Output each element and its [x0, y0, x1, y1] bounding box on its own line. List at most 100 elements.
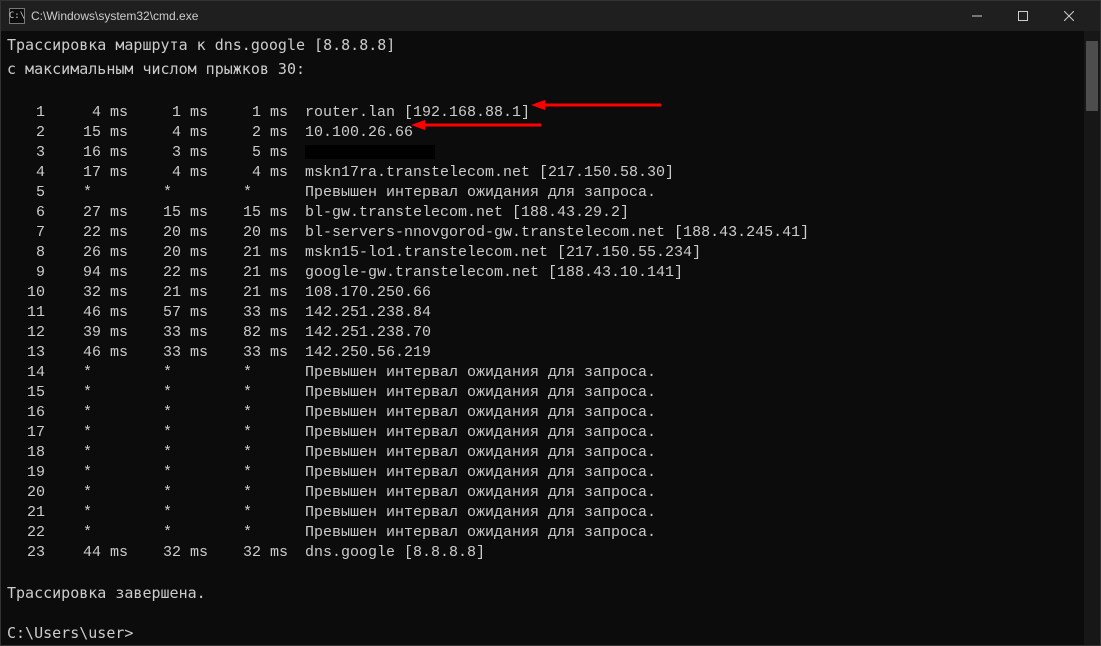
- hop-time: *: [127, 463, 207, 483]
- hop-row: 18 * * * Превышен интервал ожидания для …: [1, 443, 1100, 463]
- hop-host: Превышен интервал ожидания для запроса.: [305, 363, 656, 383]
- hop-time: 15 ms: [207, 203, 287, 223]
- hop-time: *: [207, 363, 287, 383]
- gap: [287, 503, 305, 523]
- hop-time: *: [47, 183, 127, 203]
- hop-row: 19 * * * Превышен интервал ожидания для …: [1, 463, 1100, 483]
- gap: [287, 483, 305, 503]
- hop-time: 16 ms: [47, 143, 127, 163]
- hop-row: 6 27 ms 15 ms 15 ms bl-gw.transtelecom.n…: [1, 203, 1100, 223]
- hop-time: 33 ms: [127, 343, 207, 363]
- hop-host: Превышен интервал ожидания для запроса.: [305, 443, 656, 463]
- hop-number: 9: [7, 263, 47, 283]
- hop-time: *: [47, 463, 127, 483]
- hop-time: 32 ms: [127, 543, 207, 563]
- hop-time: 26 ms: [47, 243, 127, 263]
- blank-line: [1, 83, 1100, 103]
- scrollbar-thumb[interactable]: [1086, 41, 1098, 111]
- hop-host: 108.170.250.66: [305, 283, 431, 303]
- hop-time: 20 ms: [127, 223, 207, 243]
- hop-time: 20 ms: [127, 243, 207, 263]
- close-button[interactable]: [1046, 1, 1092, 31]
- hop-host: mskn17ra.transtelecom.net [217.150.58.30…: [305, 163, 674, 183]
- hop-time: 82 ms: [207, 323, 287, 343]
- maximize-button[interactable]: [1000, 1, 1046, 31]
- tracert-header-1: Трассировка маршрута к dns.google [8.8.8…: [1, 31, 1100, 59]
- hop-row: 2 15 ms 4 ms 2 ms 10.100.26.66: [1, 123, 1100, 143]
- hop-number: 6: [7, 203, 47, 223]
- titlebar[interactable]: C:\ C:\Windows\system32\cmd.exe: [1, 1, 1100, 31]
- hop-time: 32 ms: [47, 283, 127, 303]
- window-title: C:\Windows\system32\cmd.exe: [31, 9, 198, 23]
- hop-row: 9 94 ms 22 ms 21 ms google-gw.transtelec…: [1, 263, 1100, 283]
- hop-time: 32 ms: [207, 543, 287, 563]
- hop-number: 10: [7, 283, 47, 303]
- minimize-button[interactable]: [954, 1, 1000, 31]
- hop-time: 21 ms: [207, 283, 287, 303]
- hop-number: 21: [7, 503, 47, 523]
- gap: [287, 283, 305, 303]
- hop-host: Превышен интервал ожидания для запроса.: [305, 463, 656, 483]
- gap: [287, 143, 305, 163]
- hop-time: *: [47, 483, 127, 503]
- gap: [287, 163, 305, 183]
- hop-host: Превышен интервал ожидания для запроса.: [305, 423, 656, 443]
- gap: [287, 423, 305, 443]
- hop-host: bl-servers-nnovgorod-gw.transtelecom.net…: [305, 223, 809, 243]
- hop-time: *: [207, 443, 287, 463]
- hop-time: *: [127, 503, 207, 523]
- hop-host: Превышен интервал ожидания для запроса.: [305, 383, 656, 403]
- gap: [287, 183, 305, 203]
- scrollbar[interactable]: [1084, 31, 1100, 645]
- hop-number: 3: [7, 143, 47, 163]
- hop-host: Превышен интервал ожидания для запроса.: [305, 523, 656, 543]
- hop-time: 3 ms: [127, 143, 207, 163]
- hop-list: 1 4 ms 1 ms 1 ms router.lan [192.168.88.…: [1, 103, 1100, 563]
- hop-time: 15 ms: [127, 203, 207, 223]
- hop-time: 22 ms: [47, 223, 127, 243]
- hop-row: 7 22 ms 20 ms 20 ms bl-servers-nnovgorod…: [1, 223, 1100, 243]
- hop-time: 22 ms: [127, 263, 207, 283]
- hop-time: 5 ms: [207, 143, 287, 163]
- hop-number: 1: [7, 103, 47, 123]
- hop-host: google-gw.transtelecom.net [188.43.10.14…: [305, 263, 683, 283]
- gap: [287, 523, 305, 543]
- prompt[interactable]: C:\Users\user>: [1, 623, 1100, 645]
- hop-time: *: [47, 503, 127, 523]
- hop-number: 22: [7, 523, 47, 543]
- hop-time: *: [47, 523, 127, 543]
- hop-time: *: [207, 423, 287, 443]
- hop-time: 17 ms: [47, 163, 127, 183]
- hop-host: 142.250.56.219: [305, 343, 431, 363]
- hop-row: 5 * * * Превышен интервал ожидания для з…: [1, 183, 1100, 203]
- hop-number: 4: [7, 163, 47, 183]
- hop-time: *: [127, 383, 207, 403]
- hop-time: 2 ms: [207, 123, 287, 143]
- hop-time: 4 ms: [47, 103, 127, 123]
- hop-time: 4 ms: [127, 163, 207, 183]
- gap: [287, 323, 305, 343]
- hop-row: 17 * * * Превышен интервал ожидания для …: [1, 423, 1100, 443]
- hop-host: 10.100.26.66: [305, 123, 413, 143]
- hop-time: 94 ms: [47, 263, 127, 283]
- hop-time: 33 ms: [207, 303, 287, 323]
- hop-time: *: [207, 463, 287, 483]
- redacted-host: [305, 145, 435, 159]
- gap: [287, 383, 305, 403]
- gap: [287, 263, 305, 283]
- gap: [287, 223, 305, 243]
- terminal-content[interactable]: Трассировка маршрута к dns.google [8.8.8…: [1, 31, 1100, 645]
- hop-host: 142.251.238.84: [305, 303, 431, 323]
- hop-row: 21 * * * Превышен интервал ожидания для …: [1, 503, 1100, 523]
- blank-line: [1, 563, 1100, 583]
- hop-time: 21 ms: [207, 263, 287, 283]
- hop-time: 4 ms: [207, 163, 287, 183]
- hop-time: 33 ms: [207, 343, 287, 363]
- hop-time: 44 ms: [47, 543, 127, 563]
- hop-number: 18: [7, 443, 47, 463]
- close-icon: [1064, 11, 1074, 21]
- hop-time: 21 ms: [207, 243, 287, 263]
- hop-host: Превышен интервал ожидания для запроса.: [305, 183, 656, 203]
- hop-row: 23 44 ms 32 ms 32 ms dns.google [8.8.8.8…: [1, 543, 1100, 563]
- hop-number: 7: [7, 223, 47, 243]
